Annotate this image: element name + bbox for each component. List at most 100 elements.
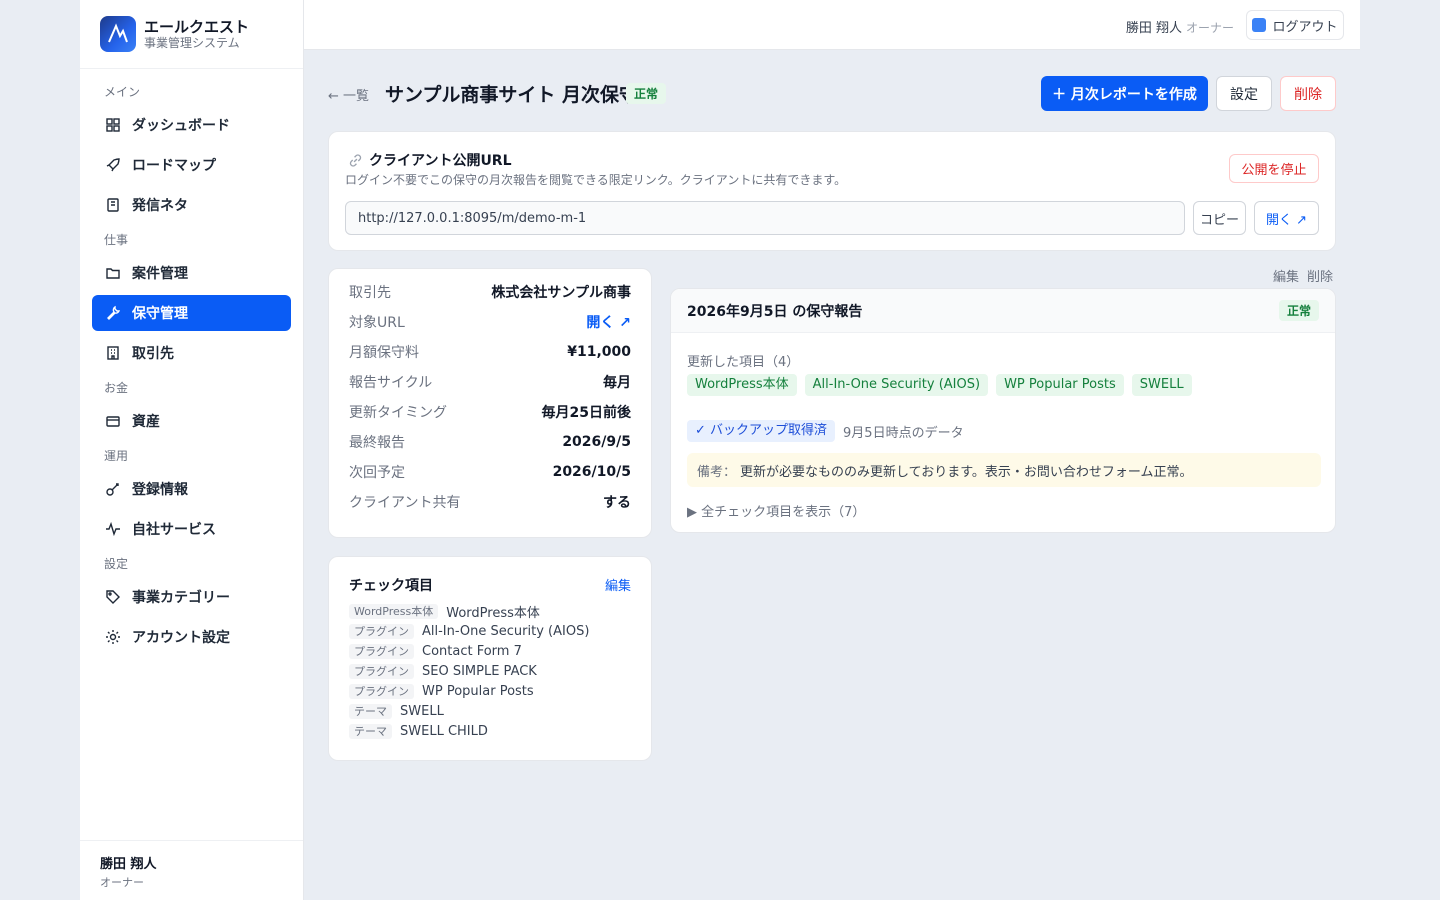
info-row: 次回予定 2026/10/5 bbox=[349, 457, 631, 487]
sidebar-item[interactable]: 保守管理 bbox=[92, 295, 291, 331]
check-item-name: SWELL bbox=[400, 703, 444, 719]
info-value: 株式会社サンプル商事 bbox=[491, 285, 631, 301]
sidebar-item-label: 登録情報 bbox=[132, 482, 188, 498]
sidebar-user-name: 勝田 翔人 bbox=[100, 857, 157, 872]
link-icon bbox=[348, 153, 363, 168]
sidebar-item[interactable]: 事業カテゴリー bbox=[92, 579, 291, 615]
sidebar-nav: メイン ダッシュボード ロードマップ 発信ネタ 仕事 案件管理 保守管理 取引先 お金 資産 運用登… bbox=[80, 69, 303, 655]
backup-date: 9月5日時点のデータ bbox=[843, 425, 964, 441]
sidebar-item-label: ロードマップ bbox=[132, 158, 216, 174]
sidebar-item[interactable]: 取引先 bbox=[92, 335, 291, 371]
stop-sharing-button[interactable]: 公開を停止 bbox=[1229, 154, 1319, 183]
public-url-description: ログイン不要でこの保守の月次報告を閲覧できる限定リンク。クライアントに共有できま… bbox=[345, 173, 847, 187]
sidebar-user[interactable]: 勝田 翔人 オーナー bbox=[80, 840, 303, 900]
card-icon bbox=[104, 412, 122, 430]
check-item-type: テーマ bbox=[349, 703, 392, 719]
rocket-icon bbox=[104, 156, 122, 174]
info-key: クライアント共有 bbox=[349, 495, 461, 511]
logout-label: ログアウト bbox=[1272, 19, 1338, 35]
nav-section-label: 設定 bbox=[104, 557, 129, 571]
sidebar-item-label: ダッシュボード bbox=[132, 118, 230, 134]
sidebar-item-label: 取引先 bbox=[132, 346, 174, 362]
logo-icon bbox=[100, 16, 136, 52]
sidebar-item[interactable]: ダッシュボード bbox=[92, 107, 291, 143]
page-title: サンプル商事サイト 月次保守 bbox=[385, 84, 639, 106]
nav-section-label: 運用 bbox=[104, 449, 129, 463]
check-item-name: All-In-One Security (AIOS) bbox=[422, 623, 590, 639]
notebook-icon bbox=[104, 196, 122, 214]
sidebar-item-label: 発信ネタ bbox=[132, 198, 188, 214]
info-row: クライアント共有 する bbox=[349, 487, 631, 517]
check-item-type: プラグイン bbox=[349, 683, 414, 699]
pulse-icon bbox=[104, 520, 122, 538]
info-value: 2026/9/5 bbox=[562, 434, 631, 450]
info-row: 取引先 株式会社サンプル商事 bbox=[349, 277, 631, 307]
check-item-name: WP Popular Posts bbox=[422, 683, 534, 699]
create-report-button[interactable]: ＋ 月次レポートを作成 bbox=[1041, 76, 1208, 111]
target-url-link[interactable]: 開く ↗ bbox=[586, 312, 631, 332]
sidebar-user-role: オーナー bbox=[100, 876, 144, 889]
check-item: プラグイン Contact Form 7 bbox=[349, 641, 631, 661]
sidebar-item-label: 自社サービス bbox=[132, 522, 216, 538]
sidebar-item[interactable]: 資産 bbox=[92, 403, 291, 439]
info-row: 月額保守料 ¥11,000 bbox=[349, 337, 631, 367]
wrench-icon bbox=[104, 304, 122, 322]
report-card: 2026年9月5日 の保守報告 正常 更新した項目（4） WordPress本体… bbox=[670, 288, 1336, 533]
check-item-type: プラグイン bbox=[349, 663, 414, 679]
sidebar-item-label: 保守管理 bbox=[132, 306, 188, 322]
report-edit-link[interactable]: 編集 bbox=[1273, 270, 1299, 285]
copy-button[interactable]: コピー bbox=[1193, 201, 1246, 235]
updated-item-chip: WP Popular Posts bbox=[996, 374, 1124, 396]
info-key: 更新タイミング bbox=[349, 405, 447, 421]
sidebar: エールクエスト 事業管理システム メイン ダッシュボード ロードマップ 発信ネタ 仕事案… bbox=[80, 0, 304, 900]
sidebar-item[interactable]: ロードマップ bbox=[92, 147, 291, 183]
delete-button[interactable]: 削除 bbox=[1280, 76, 1336, 111]
report-delete-link[interactable]: 削除 bbox=[1307, 270, 1333, 285]
grid-icon bbox=[104, 116, 122, 134]
check-item-type: WordPress本体 bbox=[349, 603, 439, 619]
nav-section-label: お金 bbox=[104, 381, 129, 395]
brand-name: エールクエスト bbox=[144, 17, 250, 36]
open-url-button[interactable]: 開く ↗ bbox=[1254, 201, 1319, 235]
check-item: プラグイン WP Popular Posts bbox=[349, 681, 631, 701]
show-all-checks-toggle[interactable]: ▶ 全チェック項目を表示（7） bbox=[687, 501, 865, 520]
public-url-input[interactable] bbox=[345, 201, 1185, 235]
report-actions: 編集 削除 bbox=[1273, 266, 1333, 285]
updated-item-chip: SWELL bbox=[1131, 374, 1192, 396]
gear-icon bbox=[104, 628, 122, 646]
sidebar-item-label: アカウント設定 bbox=[132, 630, 230, 646]
updated-item-chip: WordPress本体 bbox=[687, 374, 797, 396]
settings-button[interactable]: 設定 bbox=[1216, 76, 1272, 111]
check-item: テーマ SWELL CHILD bbox=[349, 721, 631, 741]
info-key: 報告サイクル bbox=[349, 375, 433, 391]
backup-badge: ✓ バックアップ取得済 bbox=[687, 420, 836, 442]
building-icon bbox=[104, 344, 122, 362]
report-note: 備考： 更新が必要なもののみ更新しております。表示・お問い合わせフォーム正常。 bbox=[687, 453, 1321, 487]
info-key: 対象URL bbox=[349, 315, 405, 331]
key-icon bbox=[104, 480, 122, 498]
info-value: 毎月25日前後 bbox=[541, 405, 631, 421]
sidebar-item-label: 資産 bbox=[132, 414, 160, 430]
back-link[interactable]: ← 一覧 bbox=[328, 85, 369, 104]
check-items-title: チェック項目 bbox=[349, 578, 433, 594]
note-text: 更新が必要なもののみ更新しております。表示・お問い合わせフォーム正常。 bbox=[740, 464, 1193, 480]
note-label: 備考： bbox=[697, 464, 737, 480]
sidebar-item[interactable]: 登録情報 bbox=[92, 471, 291, 507]
sidebar-item[interactable]: 案件管理 bbox=[92, 255, 291, 291]
topbar-user-name: 勝田 翔人 bbox=[1125, 21, 1182, 36]
updated-item-chip: All-In-One Security (AIOS) bbox=[804, 374, 989, 396]
sidebar-item[interactable]: 発信ネタ bbox=[92, 187, 291, 223]
brand[interactable]: エールクエスト 事業管理システム bbox=[80, 0, 303, 69]
topbar: 勝田 翔人 オーナー ログアウト bbox=[304, 0, 1360, 50]
sidebar-item[interactable]: 自社サービス bbox=[92, 511, 291, 547]
report-status-badge: 正常 bbox=[1278, 300, 1319, 321]
report-title: 2026年9月5日 の保守報告 bbox=[687, 303, 863, 320]
check-items-edit-link[interactable]: 編集 bbox=[605, 575, 631, 595]
status-badge: 正常 bbox=[626, 83, 667, 104]
check-items-card: チェック項目 編集 WordPress本体 WordPress本体 プラグイン All… bbox=[328, 556, 652, 761]
info-row: 更新タイミング 毎月25日前後 bbox=[349, 397, 631, 427]
sidebar-item[interactable]: アカウント設定 bbox=[92, 619, 291, 655]
updated-items-label: 更新した項目（4） bbox=[687, 355, 800, 370]
logout-button[interactable]: ログアウト bbox=[1246, 10, 1344, 40]
tag-icon bbox=[104, 588, 122, 606]
